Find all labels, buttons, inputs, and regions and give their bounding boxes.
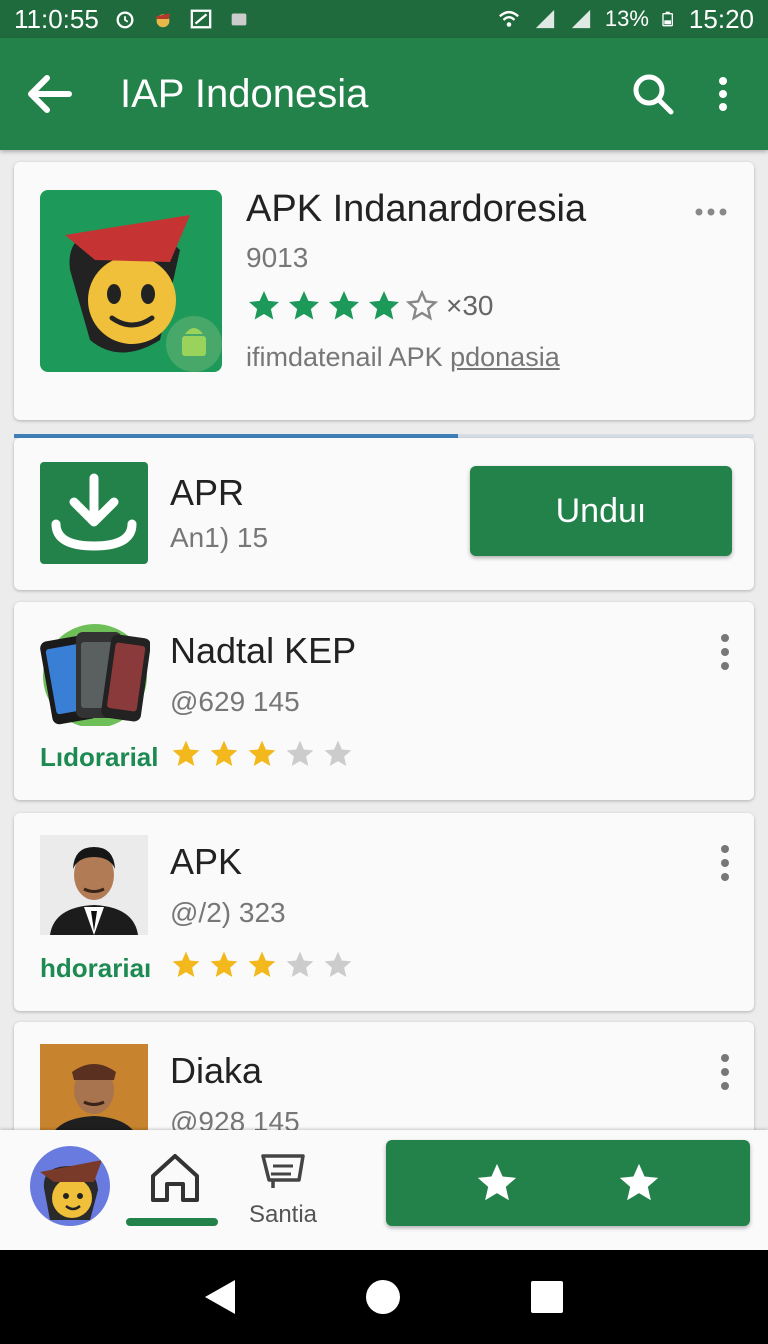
item-title: Diaka: [170, 1050, 263, 1091]
item-stars: [170, 949, 354, 981]
nav-santia-label: Santia: [248, 1201, 318, 1228]
nav-santia-button[interactable]: Santia: [240, 1150, 326, 1229]
app-subtitle: ifimdatenail APK pdonasia: [246, 342, 560, 373]
item-stars: [170, 738, 354, 770]
phones-thumbnail: [40, 624, 151, 728]
recents-square-icon[interactable]: [529, 1279, 565, 1315]
star-icon: [477, 1163, 517, 1201]
battery-percent: 13%: [604, 6, 649, 31]
battery-icon: [662, 11, 673, 27]
app-name: APK Indanardoresia: [246, 188, 587, 230]
status-time-left: 11:0:55: [14, 3, 99, 34]
star-icon: [329, 291, 359, 320]
list-item[interactable]: APK @/2) 323 hdorariaı: [14, 813, 754, 1011]
download-subtitle: An1) 15: [170, 522, 269, 553]
download-card: APR An1) 15 Unduı: [14, 438, 754, 590]
download-icon: [40, 462, 148, 564]
app-rating: ×30: [246, 288, 494, 324]
star-empty-icon: [286, 951, 314, 977]
app-code: 9013: [246, 242, 309, 273]
item-tag: hdorariaı: [40, 953, 152, 983]
system-navigation-bar: [0, 1250, 768, 1344]
overflow-menu-button[interactable]: [688, 38, 758, 150]
back-button[interactable]: [0, 38, 100, 150]
bottom-navigation: Santia: [0, 1130, 768, 1250]
status-time-right: 15:20: [688, 3, 754, 34]
star-icon: [619, 1163, 659, 1201]
person-thumbnail-2: [40, 1044, 148, 1144]
home-icon: [151, 1154, 199, 1202]
rating-count: ×30: [446, 290, 494, 321]
star-icon: [172, 951, 200, 977]
item-more-vert-icon[interactable]: [718, 632, 732, 672]
message-notification-icon: [231, 13, 247, 26]
favorites-button[interactable]: [386, 1140, 750, 1226]
item-more-vert-icon[interactable]: [718, 843, 732, 883]
app-hero-card[interactable]: APK Indanardoresia 9013 ×30 ifimdatenail…: [14, 162, 754, 420]
profile-avatar[interactable]: [30, 1146, 110, 1226]
item-meta: @629 145: [170, 686, 300, 717]
item-title: Nadtal KEP: [170, 630, 357, 671]
signal-icon: [535, 9, 555, 29]
signal-icon-2: [571, 9, 591, 29]
item-tag: Lıdorarial: [40, 742, 159, 772]
star-empty-icon: [324, 740, 352, 766]
home-circle-icon[interactable]: [364, 1278, 402, 1316]
app-notification-icon: [155, 13, 171, 28]
download-title: APR: [170, 472, 245, 513]
library-icon: [261, 1154, 305, 1188]
search-button[interactable]: [618, 38, 688, 150]
item-title: APK: [170, 841, 243, 882]
app-subtitle-b: pdonasia: [450, 342, 560, 372]
list-item[interactable]: Nadtal KEP @629 145 Lıdorarial: [14, 602, 754, 800]
star-outline-icon: [406, 290, 438, 321]
search-icon: [633, 74, 674, 115]
app-bar-title: IAP Indonesia: [120, 71, 369, 116]
home-tab-indicator: [126, 1218, 218, 1226]
download-button[interactable]: Unduı: [470, 466, 732, 556]
more-horiz-icon: [695, 208, 727, 216]
star-icon: [289, 291, 319, 320]
star-empty-icon: [286, 740, 314, 766]
card-more-button[interactable]: [694, 192, 728, 224]
item-meta: @/2) 323: [170, 897, 286, 928]
star-icon: [210, 740, 238, 766]
item-more-vert-icon[interactable]: [718, 1052, 732, 1092]
star-icon: [172, 740, 200, 766]
star-empty-icon: [324, 951, 352, 977]
more-vert-icon: [719, 77, 727, 111]
star-icon: [248, 740, 276, 766]
star-icon: [248, 951, 276, 977]
status-bar: 11:0:55 13% 15:20: [0, 0, 768, 38]
image-notification-icon: [190, 9, 212, 29]
app-bar: IAP Indonesia: [0, 38, 768, 150]
person-thumbnail: [40, 835, 148, 935]
app-icon: [40, 190, 222, 372]
back-arrow-icon: [28, 75, 72, 113]
alarm-icon: [116, 11, 134, 29]
star-icon: [249, 291, 279, 320]
wifi-icon: [498, 10, 519, 27]
star-icon: [369, 291, 399, 320]
star-icon: [210, 951, 238, 977]
back-triangle-icon[interactable]: [203, 1278, 237, 1316]
app-subtitle-a: ifimdatenail APK: [246, 342, 451, 372]
